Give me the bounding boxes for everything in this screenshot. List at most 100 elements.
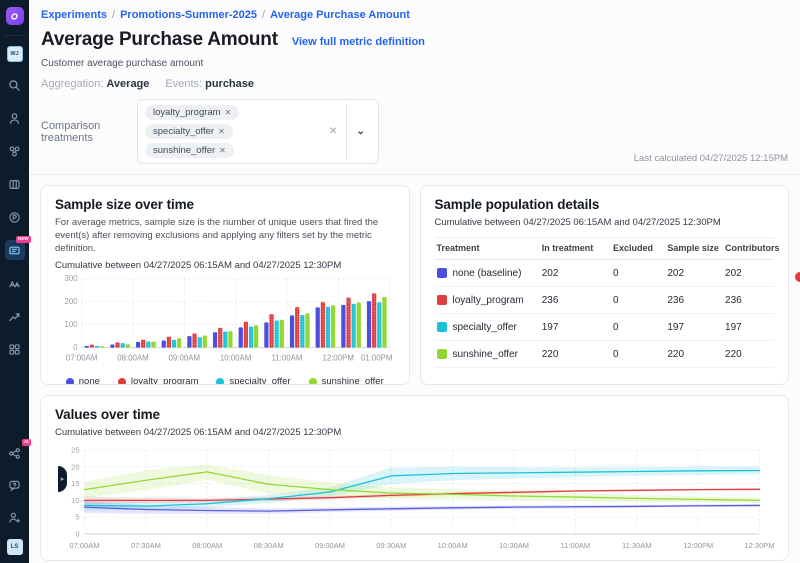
chip-sunshine-offer[interactable]: sunshine_offer✕ bbox=[145, 143, 234, 158]
svg-text:09:00AM: 09:00AM bbox=[169, 354, 201, 363]
svg-text:09:00AM: 09:00AM bbox=[315, 541, 345, 550]
svg-text:07:30AM: 07:30AM bbox=[131, 541, 161, 550]
sample-size-description: For average metrics, sample size is the … bbox=[55, 217, 395, 255]
aggregation-value: Average bbox=[106, 78, 149, 90]
metric-subtitle: Customer average purchase amount bbox=[41, 58, 788, 69]
svg-text:300: 300 bbox=[65, 274, 79, 283]
values-cumulative: Cumulative between 04/27/2025 06:15AM an… bbox=[55, 427, 774, 438]
table-row: loyalty_program 236 0 236 236 bbox=[435, 287, 775, 314]
breadcrumb-current: Average Purchase Amount bbox=[270, 9, 410, 21]
aggregation-label: Aggregation: bbox=[41, 78, 103, 90]
table-row: sunshine_offer 220 0 220 220 bbox=[435, 341, 775, 368]
svg-text:11:00AM: 11:00AM bbox=[561, 541, 590, 550]
svg-text:07:00AM: 07:00AM bbox=[66, 354, 98, 363]
svg-text:10:30AM: 10:30AM bbox=[499, 541, 529, 550]
breadcrumb: Experiments/Promotions-Summer-2025/Avera… bbox=[41, 9, 788, 21]
chip-remove-icon[interactable]: ✕ bbox=[218, 127, 225, 136]
experiments-icon[interactable] bbox=[5, 273, 25, 293]
user-avatar[interactable]: LS bbox=[7, 539, 23, 555]
content-area: Sample size over time For average metric… bbox=[29, 175, 800, 563]
population-cumulative: Cumulative between 04/27/2025 06:15AM an… bbox=[435, 217, 775, 228]
legend-item: specialty_offer bbox=[216, 376, 290, 385]
legend-dot bbox=[66, 378, 74, 385]
sidebar-divider bbox=[5, 35, 25, 36]
pulse-icon[interactable] bbox=[5, 207, 25, 227]
chip-loyalty-program[interactable]: loyalty_program✕ bbox=[145, 105, 239, 120]
layers-icon[interactable] bbox=[5, 174, 25, 194]
main-panel: ▸ Experiments/Promotions-Summer-2025/Ave… bbox=[29, 0, 800, 563]
events-label: Events: bbox=[165, 78, 202, 90]
svg-text:11:00AM: 11:00AM bbox=[271, 354, 302, 363]
search-icon[interactable] bbox=[5, 75, 25, 95]
population-details-card: Sample population details Cumulative bet… bbox=[420, 185, 790, 385]
col-treatment: Treatment bbox=[435, 238, 540, 260]
values-over-time-card: Values over time Cumulative between 04/2… bbox=[40, 395, 789, 561]
workspace-badge[interactable]: WJ bbox=[7, 46, 23, 62]
insights-icon[interactable] bbox=[5, 306, 25, 326]
page-title: Average Purchase Amount bbox=[41, 29, 278, 51]
view-metric-definition-link[interactable]: View full metric definition bbox=[292, 36, 425, 48]
svg-text:08:00AM: 08:00AM bbox=[192, 541, 222, 550]
treatment-swatch bbox=[437, 349, 447, 359]
legend-item: none bbox=[66, 376, 100, 385]
app-window: WJ NEW bbox=[0, 0, 800, 563]
comparison-treatments-label: Comparison treatments bbox=[41, 120, 137, 144]
bar-chart-legend: none loyalty_program specialty_offer sun… bbox=[55, 376, 395, 385]
values-line-chart[interactable]: 051015202507:00AM07:30AM08:00AM08:30AM09… bbox=[55, 444, 774, 556]
sample-size-bar-chart[interactable]: 010020030007:00AM08:00AM09:00AM10:00AM11… bbox=[55, 271, 395, 375]
col-contributors: Contributors bbox=[723, 238, 774, 260]
svg-text:100: 100 bbox=[65, 321, 79, 330]
invite-user-icon[interactable] bbox=[5, 507, 25, 527]
col-excluded: Excluded bbox=[611, 238, 665, 260]
svg-text:09:30AM: 09:30AM bbox=[376, 541, 406, 550]
sample-size-card: Sample size over time For average metric… bbox=[40, 185, 410, 385]
chip-specialty-offer[interactable]: specialty_offer✕ bbox=[145, 124, 233, 139]
treatment-swatch bbox=[437, 295, 447, 305]
svg-text:10:00AM: 10:00AM bbox=[220, 354, 252, 363]
svg-text:10: 10 bbox=[71, 496, 79, 505]
svg-text:07:00AM: 07:00AM bbox=[69, 541, 99, 550]
svg-text:08:30AM: 08:30AM bbox=[254, 541, 284, 550]
aggregation-row: Aggregation:Average Events:purchase bbox=[41, 78, 788, 90]
svg-text:12:00PM: 12:00PM bbox=[322, 354, 354, 363]
svg-text:12:00PM: 12:00PM bbox=[683, 541, 713, 550]
help-chat-icon[interactable] bbox=[5, 475, 25, 495]
svg-text:200: 200 bbox=[65, 298, 79, 307]
feature-gates-icon[interactable] bbox=[5, 141, 25, 161]
treatment-swatch bbox=[437, 268, 447, 278]
table-row: none (baseline) 202 0 202 202 bbox=[435, 260, 775, 287]
chip-remove-icon[interactable]: ✕ bbox=[219, 146, 226, 155]
last-calculated-text: Last calculated 04/27/2025 12:15PM bbox=[634, 153, 788, 164]
legend-item: sunshine_offer bbox=[309, 376, 384, 385]
sidebar: WJ NEW bbox=[0, 0, 29, 563]
sample-size-cumulative: Cumulative between 04/27/2025 06:15AM an… bbox=[55, 260, 395, 271]
treatments-multiselect[interactable]: loyalty_program✕ specialty_offer✕ sunshi… bbox=[137, 99, 379, 164]
sample-size-title: Sample size over time bbox=[55, 197, 395, 212]
chevron-down-icon[interactable]: ⌄ bbox=[356, 126, 364, 137]
svg-text:20: 20 bbox=[71, 462, 79, 471]
legend-item: loyalty_program bbox=[118, 376, 199, 385]
treatment-swatch bbox=[437, 322, 447, 332]
chip-remove-icon[interactable]: ✕ bbox=[225, 108, 232, 117]
dashboards-icon[interactable] bbox=[5, 339, 25, 359]
metrics-icon-selected[interactable]: NEW bbox=[5, 240, 25, 260]
legend-dot bbox=[118, 378, 126, 385]
population-title: Sample population details bbox=[435, 197, 775, 212]
clear-all-icon[interactable]: ✕ bbox=[329, 126, 337, 137]
breadcrumb-link-experiment[interactable]: Promotions-Summer-2025 bbox=[120, 9, 257, 21]
breadcrumb-link-experiments[interactable]: Experiments bbox=[41, 9, 107, 21]
events-value: purchase bbox=[205, 78, 254, 90]
svg-text:15: 15 bbox=[71, 479, 79, 488]
col-sample-size: Sample size bbox=[665, 238, 723, 260]
svg-text:08:00AM: 08:00AM bbox=[117, 354, 149, 363]
statsig-logo-icon[interactable] bbox=[6, 7, 24, 25]
ai-assistant-icon[interactable]: AI bbox=[5, 443, 25, 463]
legend-dot bbox=[216, 378, 224, 385]
combo-divider bbox=[346, 103, 347, 160]
svg-text:0: 0 bbox=[75, 530, 79, 539]
svg-text:12:30PM: 12:30PM bbox=[744, 541, 774, 550]
population-table: Treatment In treatment Excluded Sample s… bbox=[435, 237, 775, 368]
svg-text:10:00AM: 10:00AM bbox=[438, 541, 468, 550]
users-icon[interactable] bbox=[5, 108, 25, 128]
notification-dot[interactable] bbox=[795, 272, 800, 282]
